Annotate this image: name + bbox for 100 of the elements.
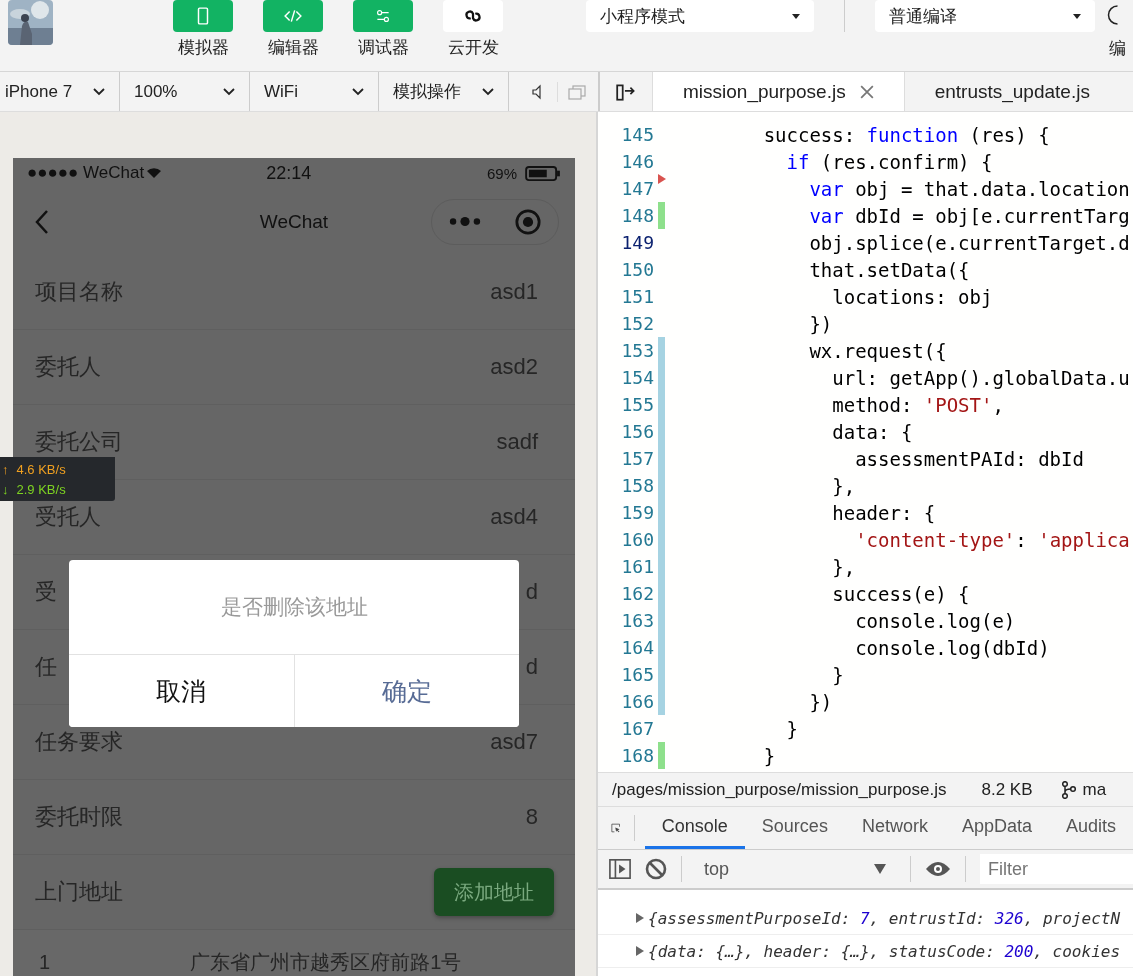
field-value: asd7	[490, 729, 538, 755]
field-value: asd1	[490, 279, 538, 305]
code-line: method: 'POST',	[831, 393, 1004, 416]
mode-select[interactable]: 小程序模式	[586, 0, 814, 32]
line-number: 153	[620, 340, 654, 361]
line-number: 157	[620, 448, 654, 469]
line-number: 148	[620, 205, 654, 226]
code-line: url: getApp().globalData.u	[831, 366, 1130, 389]
line-number: 163	[620, 610, 654, 631]
toolbar-label: 编辑器	[267, 37, 319, 59]
code-line: success(e) {	[831, 582, 970, 605]
line-number: 150	[620, 259, 654, 280]
field-label: 受	[35, 578, 57, 606]
code-line: console.log(dbId)	[854, 636, 1050, 659]
filter-field[interactable]: Filter	[980, 854, 1133, 884]
branch-icon	[1060, 780, 1077, 799]
cancel-button[interactable]: 取消	[69, 655, 295, 727]
code-line: that.setData({	[808, 258, 970, 281]
line-number: 156	[620, 421, 654, 442]
line-number: 151	[620, 286, 654, 307]
field-value: d	[525, 654, 538, 680]
address-index: 1	[39, 950, 51, 974]
line-number: 159	[620, 502, 654, 523]
field-label: 受托人	[35, 503, 101, 531]
field-label: 上门地址	[35, 878, 123, 906]
close-icon[interactable]	[859, 84, 874, 99]
code-line: obj.splice(e.currentTarget.d	[808, 231, 1130, 254]
back-icon[interactable]	[35, 208, 49, 235]
chevron-icon	[482, 87, 494, 96]
dialog-message: 是否删除该地址	[220, 594, 368, 620]
close-target-icon[interactable]	[515, 208, 541, 235]
code-line: success: function (res) {	[762, 123, 1050, 146]
code-line: header: {	[831, 501, 936, 524]
editor-tab[interactable]: mission_purpose.js	[652, 72, 904, 111]
speed-arrow: ↑	[2, 461, 9, 477]
code-line: }	[762, 744, 776, 767]
line-number: 162	[620, 583, 654, 604]
code-line: data: {	[831, 420, 913, 443]
line-number: 155	[620, 394, 654, 415]
carrier-label: ●●●●● WeChat	[27, 163, 145, 183]
field-label: 委托人	[35, 353, 101, 381]
code-line: }	[785, 717, 798, 740]
code-line: 'content-type': 'applica	[854, 528, 1130, 551]
line-number: 166	[620, 691, 654, 712]
log-entry: {assessmentPurposeId: 7, entrustId: 326, projectN	[648, 908, 1121, 928]
log-entry: {data: {…}, header: {…}, statusCode: 200, cookies	[648, 941, 1121, 961]
expand-icon[interactable]	[636, 913, 644, 923]
field-label: 委托公司	[35, 428, 123, 456]
eye-icon[interactable]	[925, 861, 951, 877]
code-line: if (res.confirm) {	[785, 150, 993, 173]
line-number: 154	[620, 367, 654, 388]
compile-select[interactable]: 普通编译	[875, 0, 1095, 32]
field-label: 委托时限	[35, 803, 123, 831]
sliders-icon	[374, 7, 392, 25]
devtools-tab[interactable]: AppData	[944, 807, 1049, 849]
line-number: 168	[620, 745, 654, 766]
sidebar-toggle-icon[interactable]	[609, 858, 631, 880]
file-size: 8.2 KB	[981, 779, 1033, 800]
code-line: var obj = that.data.location	[808, 177, 1130, 200]
line-number: 161	[620, 556, 654, 577]
field-label: 项目名称	[35, 278, 123, 306]
battery-icon	[525, 165, 561, 181]
speed-text: 2.9 KB/s	[16, 481, 66, 497]
dropdown-icon	[874, 864, 886, 874]
field-value: asd4	[490, 504, 538, 530]
devtools-tab[interactable]: Sources	[744, 807, 845, 849]
toolbar-button[interactable]	[443, 0, 503, 32]
field-value: asd2	[490, 354, 538, 380]
speed-text: 4.6 KB/s	[16, 461, 66, 477]
speed-arrow: ↓	[2, 481, 9, 497]
devtools-tab[interactable]: Audits	[1048, 807, 1133, 849]
clear-icon[interactable]	[645, 858, 667, 880]
add-address-button[interactable]: 添加地址	[434, 868, 554, 916]
code-line: },	[831, 555, 856, 578]
code-line: })	[808, 690, 833, 713]
toolbar-label: 编	[1109, 38, 1126, 60]
devtools-tab[interactable]: Network	[844, 807, 945, 849]
chevron-icon	[93, 87, 105, 96]
field-value: d	[525, 579, 538, 605]
field-value: 8	[525, 804, 538, 830]
field-value: sadf	[496, 429, 538, 455]
line-number: 146	[620, 151, 654, 172]
more-icon[interactable]	[449, 216, 481, 227]
file-path: /pages/mission_purpose/mission_purpose.js	[612, 779, 947, 800]
line-number: 145	[620, 124, 654, 145]
field-label: 任务要求	[35, 728, 123, 756]
toolbar-label: 调试器	[357, 37, 409, 59]
field-label: 任	[35, 653, 57, 681]
link-icon	[464, 7, 482, 25]
code-line: var dbId = obj[e.currentTarg	[808, 204, 1130, 227]
code-line: },	[831, 474, 856, 497]
code-line: console.log(e)	[854, 609, 1016, 632]
context-select[interactable]: top	[696, 858, 896, 880]
status-time: 22:14	[266, 162, 312, 184]
code-line: assessmentPAId: dbId	[854, 447, 1084, 470]
code-line: }	[831, 663, 844, 686]
chevron-icon	[223, 87, 235, 96]
expand-icon[interactable]	[636, 946, 644, 956]
battery-percent: 69%	[486, 164, 517, 182]
toolbar-label: 模拟器	[177, 37, 229, 59]
